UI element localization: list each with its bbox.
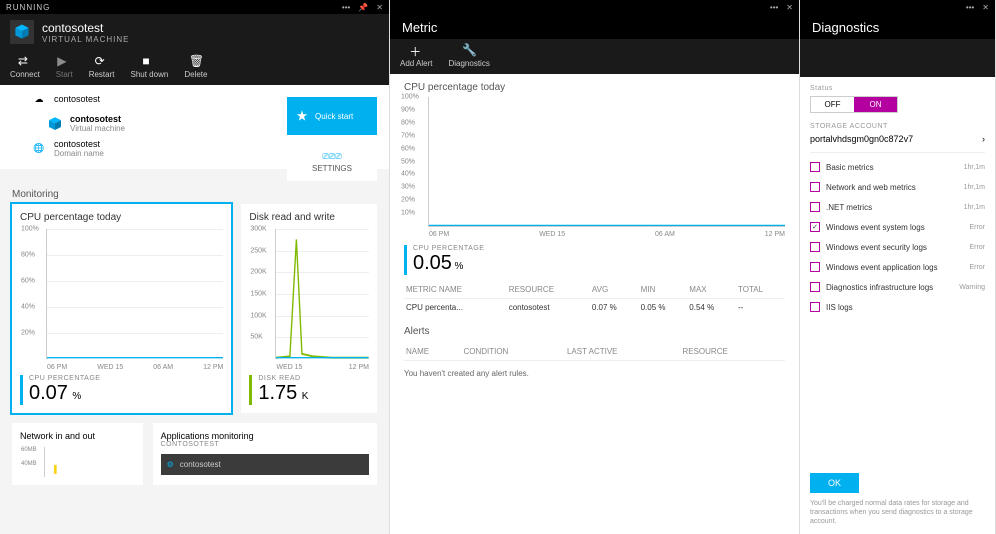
diag-row-meta: Error bbox=[969, 244, 985, 251]
diag-row-label: Windows event application logs bbox=[826, 263, 963, 272]
big-metric-foot: CPU PERCENTAGE 0.05 % bbox=[404, 245, 785, 275]
pin-icon[interactable]: 📌 bbox=[358, 3, 368, 12]
storage-label: STORAGE ACCOUNT bbox=[810, 123, 985, 130]
diag-row-meta: 1hr,1m bbox=[964, 184, 985, 191]
gear-icon: ⚙ bbox=[167, 460, 174, 469]
cpu-chart-title: CPU percentage today bbox=[20, 212, 223, 223]
metric-header: ••• ✕ bbox=[390, 0, 799, 14]
cpu-metric-foot: CPU PERCENTAGE 0.07 % bbox=[20, 375, 223, 405]
status-on[interactable]: ON bbox=[854, 97, 897, 112]
diag-checkbox-row[interactable]: IIS logs bbox=[810, 297, 985, 317]
disk-chart-card[interactable]: Disk read and write 300K 250K 200K 150K … bbox=[241, 204, 377, 413]
diag-row-label: Windows event security logs bbox=[826, 243, 963, 252]
ok-button[interactable]: OK bbox=[810, 473, 859, 493]
vm-icon bbox=[46, 115, 64, 133]
shutdown-button[interactable]: ■Shut down bbox=[131, 54, 169, 79]
metric-table: METRIC NAMERESOURCEAVGMINMAXTOTAL CPU pe… bbox=[404, 281, 785, 316]
diag-checkbox-row[interactable]: .NET metrics 1hr,1m bbox=[810, 197, 985, 217]
globe-icon: 🌐 bbox=[30, 140, 48, 158]
diag-row-meta: Error bbox=[969, 224, 985, 231]
diag-row-meta: Error bbox=[969, 264, 985, 271]
close-icon[interactable]: ✕ bbox=[982, 3, 989, 12]
add-alert-button[interactable]: ＋Add Alert bbox=[400, 43, 432, 68]
diag-row-meta: 1hr,1m bbox=[964, 204, 985, 211]
table-header-row: METRIC NAMERESOURCEAVGMINMAXTOTAL bbox=[404, 281, 785, 299]
disk-metric-foot: DISK READ 1.75 K bbox=[249, 375, 369, 405]
ellipsis-icon[interactable]: ••• bbox=[770, 3, 778, 12]
diag-checkbox-row[interactable]: Diagnostics infrastructure logs Warning bbox=[810, 277, 985, 297]
chevron-right-icon: › bbox=[982, 134, 985, 144]
blade-header: RUNNING ••• 📌 ✕ bbox=[0, 0, 389, 14]
diag-row-meta: 1hr,1m bbox=[964, 164, 985, 171]
metric-blade: ••• ✕ Metric ＋Add Alert 🔧Diagnostics CPU… bbox=[390, 0, 800, 534]
checkbox-icon[interactable]: ✓ bbox=[810, 222, 820, 232]
restart-button[interactable]: ⟳Restart bbox=[89, 54, 115, 79]
connect-button[interactable]: ⇄Connect bbox=[10, 54, 40, 79]
alerts-table: NAMECONDITIONLAST ACTIVERESOURCE bbox=[404, 343, 785, 361]
diag-checkbox-row[interactable]: Basic metrics 1hr,1m bbox=[810, 157, 985, 177]
status-off[interactable]: OFF bbox=[811, 97, 854, 112]
checkbox-icon[interactable] bbox=[810, 162, 820, 172]
delete-button[interactable]: 🗑Delete bbox=[184, 54, 207, 79]
cpu-big-chart[interactable]: 100% 90% 80% 70% 60% 50% 40% 30% 20% 10%… bbox=[428, 97, 785, 227]
charge-note: You'll be charged normal data rates for … bbox=[810, 499, 985, 526]
sliders-icon: ⎚⎚⎚ bbox=[322, 152, 341, 162]
diagnostics-button[interactable]: 🔧Diagnostics bbox=[448, 43, 489, 68]
big-chart-title: CPU percentage today bbox=[404, 82, 785, 93]
diag-row-label: Network and web metrics bbox=[826, 183, 958, 192]
diag-title: Diagnostics bbox=[812, 20, 983, 35]
cloud-icon: ☁ bbox=[30, 90, 48, 108]
metric-toolbar: ＋Add Alert 🔧Diagnostics bbox=[390, 39, 799, 74]
cpu-chart-card[interactable]: CPU percentage today 100% 80% 60% 40% 20… bbox=[12, 204, 231, 413]
vm-name: contosotest bbox=[42, 21, 129, 35]
metric-title: Metric bbox=[402, 20, 787, 35]
diag-checkbox-row[interactable]: Windows event application logs Error bbox=[810, 257, 985, 277]
checkbox-icon[interactable] bbox=[810, 182, 820, 192]
status-toggle[interactable]: OFF ON bbox=[810, 96, 898, 113]
diagnostics-blade: ••• ✕ Diagnostics Status OFF ON STORAGE … bbox=[800, 0, 996, 534]
table-row[interactable]: CPU percenta...contosotest0.07 %0.05 %0.… bbox=[404, 299, 785, 317]
diag-checkbox-row[interactable]: Network and web metrics 1hr,1m bbox=[810, 177, 985, 197]
close-icon[interactable]: ✕ bbox=[786, 3, 793, 12]
settings-tile[interactable]: ⎚⎚⎚ SETTINGS bbox=[287, 143, 377, 181]
checkbox-icon[interactable] bbox=[810, 242, 820, 252]
diag-checkbox-row[interactable]: Windows event security logs Error bbox=[810, 237, 985, 257]
ellipsis-icon[interactable]: ••• bbox=[966, 3, 974, 12]
storage-picker[interactable]: portalvhdsgm0gn0c872v7 › bbox=[810, 130, 985, 153]
ellipsis-icon[interactable]: ••• bbox=[342, 3, 350, 12]
checkbox-icon[interactable] bbox=[810, 262, 820, 272]
vm-toolbar: ⇄Connect ▶Start ⟳Restart ■Shut down 🗑Del… bbox=[0, 50, 389, 85]
start-button[interactable]: ▶Start bbox=[56, 54, 73, 79]
vm-thumb-icon bbox=[10, 20, 34, 44]
vm-title-row: contosotest VIRTUAL MACHINE bbox=[0, 14, 389, 50]
checkbox-icon[interactable] bbox=[810, 302, 820, 312]
alerts-empty: You haven't created any alert rules. bbox=[404, 361, 785, 386]
network-card[interactable]: Network in and out 60MB 40MB bbox=[12, 423, 143, 485]
diag-row-label: IIS logs bbox=[826, 303, 979, 312]
close-icon[interactable]: ✕ bbox=[376, 3, 383, 12]
diag-row-label: Diagnostics infrastructure logs bbox=[826, 283, 953, 292]
diag-row-label: Windows event system logs bbox=[826, 223, 963, 232]
diag-row-meta: Warning bbox=[959, 284, 985, 291]
disk-chart-title: Disk read and write bbox=[249, 212, 369, 223]
diag-header: ••• ✕ bbox=[800, 0, 995, 14]
diag-checkbox-row[interactable]: ✓ Windows event system logs Error bbox=[810, 217, 985, 237]
checkbox-icon[interactable] bbox=[810, 282, 820, 292]
checkbox-icon[interactable] bbox=[810, 202, 820, 212]
vm-blade: RUNNING ••• 📌 ✕ contosotest VIRTUAL MACH… bbox=[0, 0, 390, 534]
quickstart-tile[interactable]: Quick start bbox=[287, 97, 377, 135]
monitoring-title: Monitoring bbox=[12, 189, 377, 200]
appmon-card[interactable]: Applications monitoring CONTOSOTEST ⚙ co… bbox=[153, 423, 377, 485]
alerts-title: Alerts bbox=[404, 326, 785, 337]
status-label: Status bbox=[810, 85, 985, 92]
vm-subtitle: VIRTUAL MACHINE bbox=[42, 35, 129, 44]
running-status: RUNNING bbox=[6, 3, 342, 12]
diag-row-label: Basic metrics bbox=[826, 163, 958, 172]
diag-row-label: .NET metrics bbox=[826, 203, 958, 212]
